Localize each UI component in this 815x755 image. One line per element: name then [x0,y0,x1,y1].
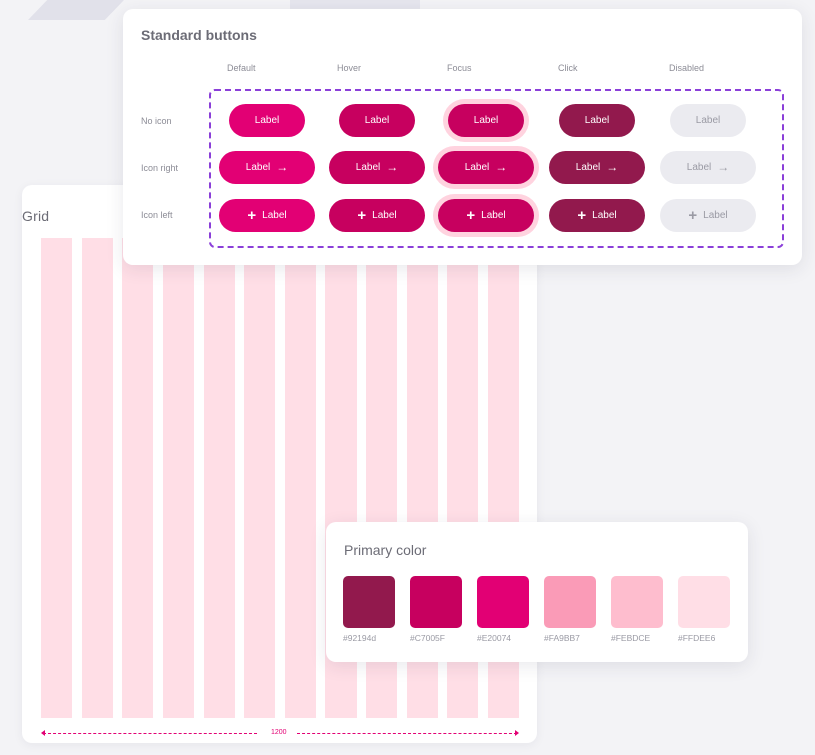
color-swatch-item: #FFDEE6 [678,576,738,643]
no-icon-focus-button[interactable]: Label [448,103,524,137]
button-cell: + Label [327,195,427,235]
standard-buttons-card: Standard buttons Default Hover Focus Cli… [123,9,802,265]
button-cell: Label [217,100,317,140]
button-cell: Label → [658,147,758,187]
color-swatch[interactable] [611,576,663,628]
no-icon-default-button[interactable]: Label [229,103,305,137]
color-swatch-label: #E20074 [477,633,512,643]
color-swatch-label: #FA9BB7 [544,633,580,643]
color-swatch-item: #FA9BB7 [544,576,604,643]
button-cell: Label → [436,147,536,187]
plus-icon: + [357,206,367,224]
button-label: Label [695,114,721,126]
column-header-click: Click [558,63,578,73]
grid-column [81,238,113,718]
button-label: Label [254,114,280,126]
button-label: Label [575,161,601,173]
button-label: Label [372,209,397,221]
grid-width-label: 1200 [271,729,287,736]
color-swatch-label: #92194d [343,633,377,643]
button-cell: + Label [658,195,758,235]
color-swatch[interactable] [477,576,529,628]
icon-right-click-button[interactable]: Label → [549,150,645,184]
column-header-disabled: Disabled [669,63,705,73]
button-cell: Label [547,100,647,140]
button-cell: Label → [547,147,647,187]
plus-icon: + [577,206,587,224]
button-cell: Label [658,100,758,140]
button-label: Label [584,114,610,126]
no-icon-hover-button[interactable]: Label [339,103,415,137]
button-label: Label [592,209,617,221]
grid-column [284,238,316,718]
color-swatch-item: #92194d [343,576,403,643]
button-label: Label [464,161,490,173]
button-cell: + Label [217,195,317,235]
button-cell: Label [436,100,536,140]
icon-left-focus-button[interactable]: + Label [438,198,534,232]
icon-left-hover-button[interactable]: + Label [329,198,425,232]
button-cell: + Label [436,195,536,235]
row-header-icon-right: Icon right [141,163,179,173]
color-swatch[interactable] [544,576,596,628]
color-swatch-item: #C7005F [410,576,470,643]
grid-column [162,238,194,718]
button-label: Label [262,209,287,221]
primary-color-title: Primary color [344,542,427,558]
icon-left-disabled-button[interactable]: + Label [660,198,756,232]
button-label: Label [364,114,390,126]
button-label: Label [686,161,712,173]
button-label: Label [355,161,381,173]
measure-line-right [297,733,517,734]
icon-right-hover-button[interactable]: Label → [329,150,425,184]
color-swatch-item: #FEBDCE [611,576,671,643]
measure-right-arrow-icon [515,730,519,736]
arrow-right-icon: → [717,160,730,174]
color-swatch-label: #C7005F [410,633,445,643]
row-header-no-icon: No icon [141,116,172,126]
arrow-right-icon: → [606,160,619,174]
color-swatch-label: #FFDEE6 [678,633,716,643]
icon-right-default-button[interactable]: Label → [219,150,315,184]
grid-column [244,238,276,718]
plus-icon: + [247,206,257,224]
primary-color-card: Primary color #92194d #C7005F #E20074 #FA9B… [326,522,748,662]
grid-width-measure: 1200 [41,728,519,740]
standard-buttons-title: Standard buttons [141,27,257,43]
column-header-hover: Hover [337,63,362,73]
grid-column [203,238,235,718]
button-cell: Label → [217,147,317,187]
grid-column [122,238,154,718]
arrow-right-icon: → [276,160,289,174]
arrow-right-icon: → [495,160,508,174]
plus-icon: + [466,206,476,224]
grid-title: Grid [22,208,50,224]
button-cell: + Label [547,195,647,235]
measure-line-left [43,733,257,734]
grid-column [41,238,73,718]
button-label: Label [245,161,271,173]
icon-right-disabled-button[interactable]: Label → [660,150,756,184]
no-icon-disabled-button[interactable]: Label [670,103,746,137]
color-swatch-item: #E20074 [477,576,537,643]
color-swatch[interactable] [343,576,395,628]
button-label: Label [481,209,506,221]
button-label: Label [473,114,499,126]
color-swatch[interactable] [678,576,730,628]
button-cell: Label [327,100,427,140]
color-swatch[interactable] [410,576,462,628]
column-header-default: Default [227,63,256,73]
button-cell: Label → [327,147,427,187]
color-swatch-label: #FEBDCE [611,633,651,643]
arrow-right-icon: → [386,160,399,174]
decorative-slash [28,0,124,20]
row-header-icon-left: Icon left [141,210,173,220]
plus-icon: + [688,206,698,224]
button-label: Label [703,209,728,221]
icon-left-default-button[interactable]: + Label [219,198,315,232]
column-header-focus: Focus [447,63,472,73]
no-icon-click-button[interactable]: Label [559,103,635,137]
icon-right-focus-button[interactable]: Label → [438,150,534,184]
icon-left-click-button[interactable]: + Label [549,198,645,232]
